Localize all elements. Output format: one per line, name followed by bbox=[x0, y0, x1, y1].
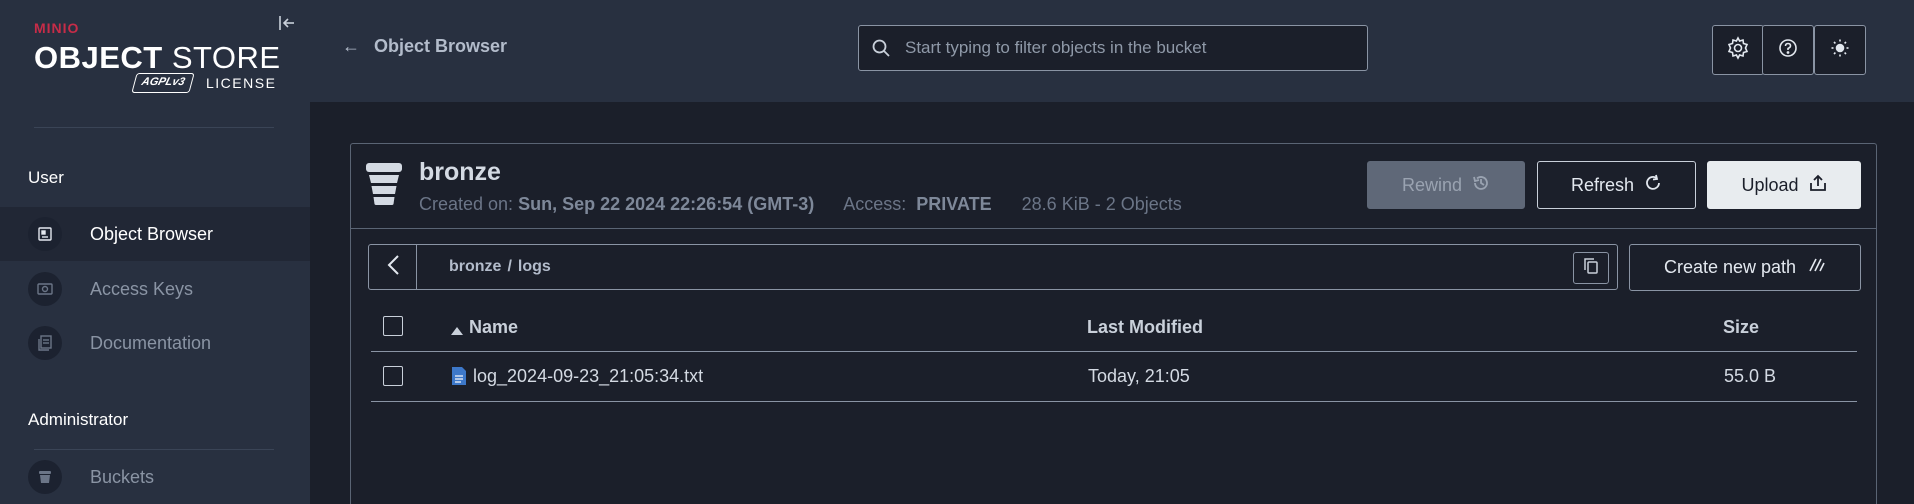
upload-label: Upload bbox=[1741, 174, 1799, 195]
row-checkbox[interactable] bbox=[383, 366, 403, 386]
sidebar-item-label: Documentation bbox=[90, 332, 212, 353]
sort-ascending-icon[interactable] bbox=[451, 322, 463, 340]
bucket-meta: Created on: Sun, Sep 22 2024 22:26:54 (G… bbox=[419, 194, 1182, 215]
bucket-header: bronze Created on: Sun, Sep 22 2024 22:2… bbox=[351, 144, 1876, 229]
breadcrumb-back-button[interactable] bbox=[369, 245, 417, 289]
help-icon bbox=[1778, 38, 1798, 63]
search-input[interactable] bbox=[905, 38, 1345, 58]
table-header: Name Last Modified Size bbox=[371, 302, 1857, 352]
access-value: PRIVATE bbox=[916, 194, 992, 214]
upload-button[interactable]: Upload bbox=[1707, 161, 1861, 209]
refresh-button[interactable]: Refresh bbox=[1537, 161, 1696, 209]
object-browser-panel: bronze Created on: Sun, Sep 22 2024 22:2… bbox=[350, 143, 1877, 504]
breadcrumb-item-bronze[interactable]: bronze bbox=[449, 258, 501, 275]
file-size: 55.0 B bbox=[1724, 366, 1777, 386]
file-name: log_2024-09-23_21:05:34.txt bbox=[473, 366, 704, 386]
logo-brand: MINIO bbox=[34, 20, 80, 36]
create-new-path-button[interactable]: Create new path bbox=[1629, 244, 1861, 291]
documentation-icon bbox=[28, 326, 62, 360]
breadcrumb-separator: / bbox=[507, 258, 512, 275]
refresh-label: Refresh bbox=[1570, 174, 1635, 195]
theme-toggle-button[interactable] bbox=[1814, 25, 1866, 75]
sidebar-item-label: Object Browser bbox=[90, 223, 214, 244]
table-row[interactable]: log_2024-09-23_21:05:34.txt Today, 21:05… bbox=[371, 352, 1857, 402]
file-last-modified: Today, 21:05 bbox=[1088, 366, 1190, 386]
text-file-icon bbox=[451, 366, 467, 391]
sidebar-item-buckets[interactable]: Buckets bbox=[0, 450, 310, 504]
help-button[interactable] bbox=[1762, 25, 1814, 75]
sidebar-item-documentation[interactable]: Documentation bbox=[0, 316, 310, 370]
logo-title-bold: OBJECT bbox=[34, 40, 163, 75]
sidebar-item-label: Access Keys bbox=[90, 278, 194, 299]
copy-icon bbox=[1583, 257, 1599, 280]
sidebar-item-label: Buckets bbox=[90, 466, 155, 487]
arrow-left-icon: ← bbox=[342, 36, 360, 56]
history-icon bbox=[1472, 174, 1490, 197]
settings-button[interactable] bbox=[1712, 25, 1764, 75]
copy-path-button[interactable] bbox=[1573, 252, 1609, 284]
section-user-label: User bbox=[28, 168, 64, 187]
search-box bbox=[858, 25, 1368, 71]
logo-title: OBJECT STORE bbox=[34, 40, 281, 76]
sidebar-item-object-browser[interactable]: Object Browser bbox=[0, 207, 310, 261]
bucket-icon bbox=[28, 460, 62, 494]
rewind-button[interactable]: Rewind bbox=[1367, 161, 1525, 209]
sidebar: MINIO OBJECT STORE AGPLv3 LICENSE User O… bbox=[0, 0, 310, 504]
settings-icon bbox=[1726, 35, 1750, 65]
chevron-left-icon bbox=[386, 254, 400, 281]
access-label: Access: bbox=[843, 194, 907, 214]
select-all-checkbox[interactable] bbox=[383, 316, 403, 336]
breadcrumb-item-logs: logs bbox=[517, 258, 551, 275]
top-bar: ← Object Browser bbox=[310, 0, 1914, 102]
back-to-object-browser[interactable]: ← Object Browser bbox=[342, 36, 507, 57]
bucket-icon bbox=[366, 163, 402, 205]
collapse-sidebar-icon[interactable] bbox=[278, 14, 298, 34]
bucket-usage: 28.6 KiB - 2 Objects bbox=[1021, 194, 1182, 214]
object-browser-icon bbox=[28, 217, 62, 251]
bucket-name: bronze bbox=[419, 158, 501, 186]
created-value: Sun, Sep 22 2024 22:26:54 (GMT-3) bbox=[518, 194, 815, 214]
sidebar-item-access-keys[interactable]: Access Keys bbox=[0, 262, 310, 316]
refresh-icon bbox=[1644, 174, 1662, 197]
theme-toggle-icon bbox=[1830, 38, 1850, 63]
sidebar-divider bbox=[34, 127, 274, 128]
access-keys-icon bbox=[28, 272, 62, 306]
create-path-label: Create new path bbox=[1663, 257, 1797, 277]
minio-logo[interactable]: MINIO OBJECT STORE AGPLv3 LICENSE bbox=[34, 20, 280, 100]
new-path-icon bbox=[1808, 257, 1826, 278]
column-name[interactable]: Name bbox=[469, 317, 518, 338]
app-root: MINIO OBJECT STORE AGPLv3 LICENSE User O… bbox=[0, 0, 1914, 504]
breadcrumb: bronze / logs bbox=[368, 244, 1618, 290]
rewind-label: Rewind bbox=[1401, 174, 1463, 195]
upload-icon bbox=[1809, 174, 1827, 197]
logo-license: LICENSE bbox=[206, 75, 277, 91]
logo-title-light: STORE bbox=[162, 40, 281, 75]
column-last-modified[interactable]: Last Modified bbox=[1087, 317, 1203, 338]
breadcrumb-path: bronze / logs bbox=[449, 258, 551, 276]
column-size[interactable]: Size bbox=[1723, 317, 1759, 338]
section-administrator-label: Administrator bbox=[28, 410, 129, 429]
search-icon bbox=[871, 38, 891, 58]
back-label: Object Browser bbox=[374, 36, 508, 56]
agpl-badge: AGPLv3 bbox=[131, 73, 195, 93]
created-label: Created on: bbox=[419, 194, 514, 214]
